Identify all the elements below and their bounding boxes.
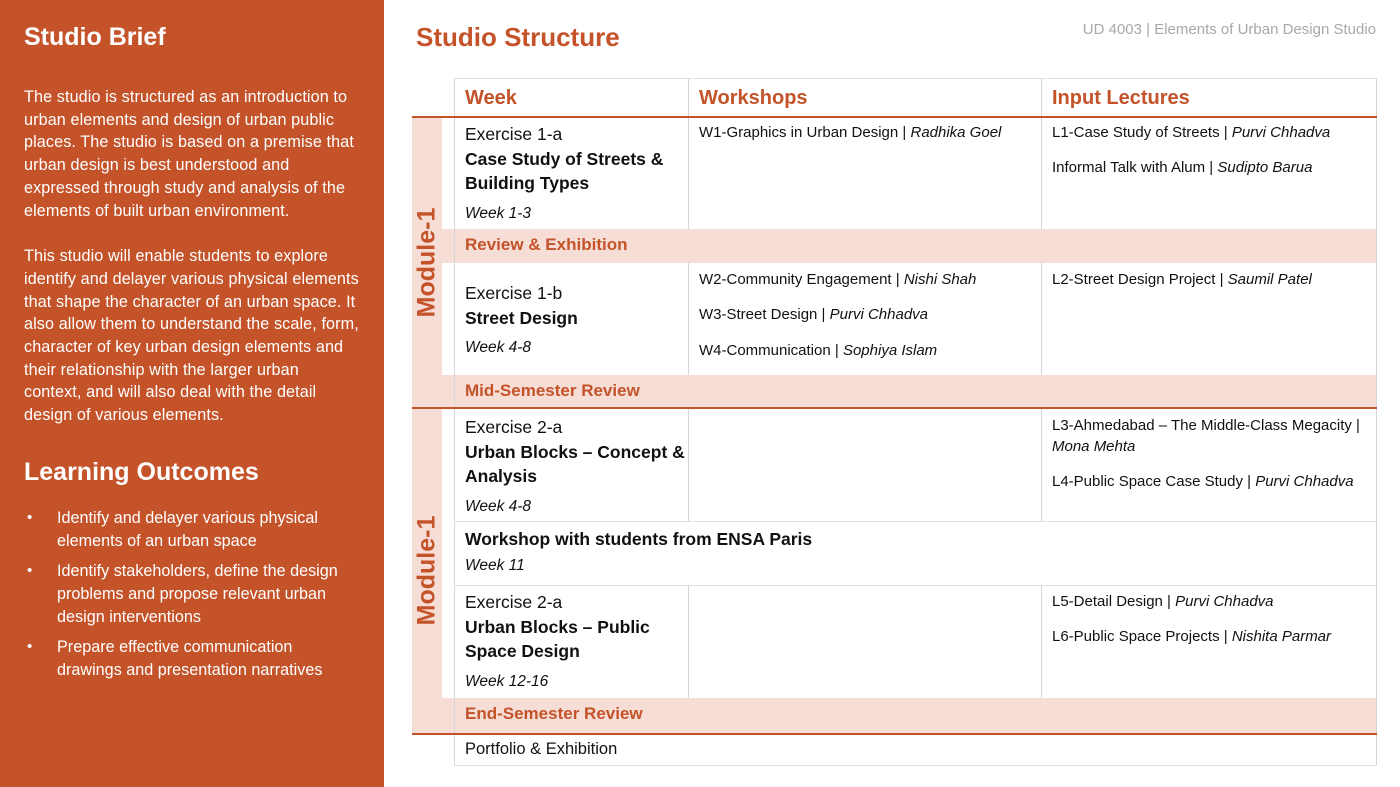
table-border — [688, 409, 689, 521]
header-input-lectures: Input Lectures — [1052, 87, 1190, 109]
studio-brief-panel: Studio Brief The studio is structured as… — [0, 0, 384, 787]
studio-brief-title: Studio Brief — [24, 23, 166, 51]
orange-rule — [412, 116, 1377, 118]
orange-rule — [412, 407, 1377, 409]
outcome-item: • Prepare effective communication drawing… — [27, 638, 323, 680]
exercise-cell: Exercise 2-a Urban Blocks – Concept & An… — [465, 417, 685, 515]
course-code: UD 4003 | Elements of Urban Design Studi… — [1082, 21, 1376, 38]
bullet-icon: • — [27, 562, 33, 580]
table-border — [1041, 263, 1042, 375]
learning-outcomes-list: • Identify and delayer various physical e… — [24, 507, 360, 682]
workshop-paris-cell: Workshop with students from ENSA Paris W… — [465, 529, 813, 574]
module-label: Module-1 — [412, 515, 441, 626]
bullet-icon: • — [27, 508, 33, 526]
workshop-entry: W3-Street Design | Purvi Chhadva — [699, 306, 929, 323]
table-border — [1376, 78, 1377, 766]
outcome-item: • Identify stakeholders, define the desig… — [27, 562, 338, 626]
studio-structure-table: Module-1 Module-1 Week Workshops Input L… — [412, 78, 1378, 766]
brief-paragraph-1: The studio is structured as an introduct… — [24, 88, 354, 220]
lecture-entry: L1-Case Study of Streets | Purvi Chhadva — [1052, 124, 1331, 141]
table-border — [688, 263, 689, 375]
table-border — [454, 521, 1377, 522]
review-label: Mid-Semester Review — [465, 381, 640, 400]
workshop-entry: W2-Community Engagement | Nishi Shah — [699, 271, 977, 288]
lecture-entry: L4-Public Space Case Study | Purvi Chhad… — [1052, 473, 1354, 490]
module-label: Module-1 — [412, 207, 441, 318]
learning-outcomes-title: Learning Outcomes — [24, 457, 259, 486]
brief-paragraph-2: This studio will enable students to expl… — [24, 247, 359, 425]
review-label: End-Semester Review — [465, 704, 643, 723]
lecture-entry: L3-Ahmedabad – The Middle-Class Megacity… — [1052, 417, 1360, 455]
table-border — [1041, 409, 1042, 521]
header-week: Week — [465, 87, 517, 109]
header-workshops: Workshops — [699, 87, 808, 109]
lecture-entry: L6-Public Space Projects | Nishita Parma… — [1052, 628, 1332, 645]
table-border — [454, 78, 455, 766]
workshop-entry: W4-Communication | Sophiya Islam — [699, 342, 938, 359]
review-label: Review & Exhibition — [465, 235, 628, 254]
exercise-cell: Exercise 2-a Urban Blocks – Public Space… — [465, 592, 650, 690]
studio-structure-title: Studio Structure — [416, 22, 620, 52]
outcome-item: • Identify and delayer various physical e… — [27, 508, 318, 550]
table-border — [454, 585, 1377, 586]
bullet-icon: • — [27, 638, 33, 656]
portfolio-cell: Portfolio & Exhibition — [465, 740, 618, 758]
exercise-cell: Exercise 1-a Case Study of Streets & Bui… — [465, 124, 664, 222]
exercise-cell: Exercise 1-b Street Design Week 4-8 — [465, 283, 578, 356]
table-border — [454, 78, 1377, 79]
lecture-entry: L5-Detail Design | Purvi Chhadva — [1052, 593, 1274, 610]
lecture-entry: Informal Talk with Alum | Sudipto Barua — [1052, 159, 1313, 176]
table-border — [1041, 585, 1042, 698]
table-border — [688, 585, 689, 698]
workshop-entry: W1-Graphics in Urban Design | Radhika Go… — [699, 124, 1002, 141]
lecture-entry: L2-Street Design Project | Saumil Patel — [1052, 271, 1312, 288]
orange-rule — [412, 733, 1377, 735]
table-border — [454, 765, 1377, 766]
